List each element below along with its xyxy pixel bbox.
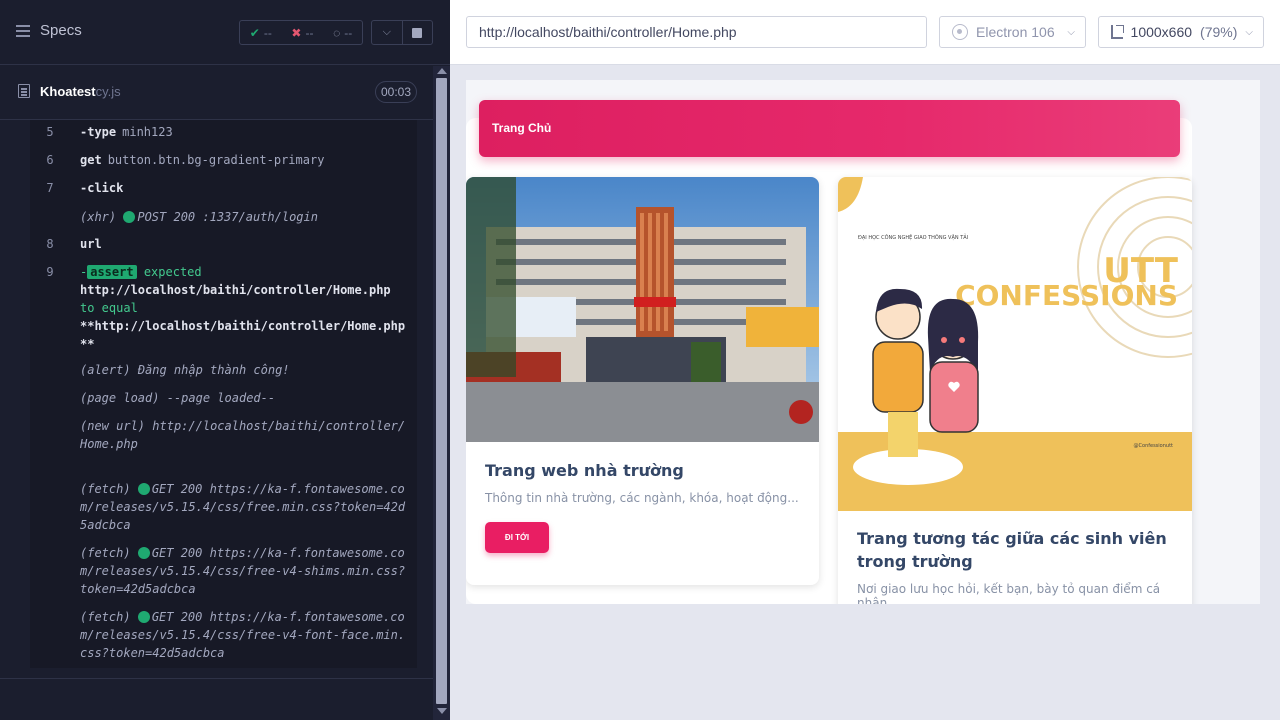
reporter-footer: [0, 678, 433, 720]
chevron-down-icon: ⌵: [1067, 26, 1075, 38]
toggle-auto-scroll-button[interactable]: ⌵: [372, 21, 402, 44]
electron-icon: [952, 24, 968, 40]
check-icon: ✔: [249, 25, 260, 40]
aut-panel: http://localhost/baithi/controller/Home.…: [450, 0, 1280, 720]
document-icon: [18, 84, 30, 98]
status-dot-icon: [123, 211, 136, 223]
pending-stat: ◌ --: [333, 25, 353, 40]
navbar: Trang Chủ: [479, 100, 1180, 157]
card-title: Trang web nhà trường: [485, 461, 684, 480]
spinner-icon: ◌: [333, 25, 341, 40]
cross-icon: ✖: [291, 25, 302, 40]
ruler-icon: [1111, 25, 1124, 39]
school-building-image: [466, 177, 819, 442]
specs-button[interactable]: Specs: [16, 22, 82, 39]
stop-icon: [412, 27, 423, 38]
card-description: Nơi giao lưu học hỏi, kết bạn, bày tỏ qu…: [857, 582, 1161, 604]
scroll-up-arrow-icon[interactable]: [437, 68, 447, 74]
chevron-down-icon: ⌵: [1245, 26, 1253, 38]
card-title: Trang tương tác giữa các sinh viên trong…: [857, 529, 1167, 571]
scroll-down-arrow-icon[interactable]: [437, 708, 447, 714]
nav-home-link[interactable]: Trang Chủ: [492, 121, 551, 135]
browser-selector[interactable]: Electron 106 ⌵: [939, 16, 1086, 48]
duration-badge: 00:03: [375, 81, 417, 103]
status-dot-icon: [137, 547, 150, 559]
run-controls: ⌵: [371, 20, 433, 45]
svg-text:ĐẠI HỌC CÔNG NGHỆ GIAO THÔNG V: ĐẠI HỌC CÔNG NGHỆ GIAO THÔNG VẬN TẢI: [858, 233, 968, 241]
test-stats: ✔ -- ✖ -- ◌ --: [239, 20, 363, 45]
utt-confessions-poster-image: ĐẠI HỌC CÔNG NGHỆ GIAO THÔNG VẬN TẢI UTT…: [838, 177, 1192, 511]
svg-text:@Confessionutt: @Confessionutt: [1134, 443, 1174, 449]
card-student-confessions: ĐẠI HỌC CÔNG NGHỆ GIAO THÔNG VẬN TẢI UTT…: [838, 177, 1192, 604]
reporter-header: Specs ✔ -- ✖ -- ◌ -- ⌵: [0, 0, 450, 65]
command-log: 5 -type minh123 6 get button.btn.bg-gradie…: [30, 120, 417, 668]
status-dot-icon: [137, 483, 150, 495]
app-iframe: Trang Chủ Trang web nhà trường Thông tin…: [466, 80, 1260, 604]
spec-file-name[interactable]: Khoatestcy.js: [40, 84, 121, 99]
cypress-runner: Specs ✔ -- ✖ -- ◌ -- ⌵ Khoatestcy.js 00:03 …: [0, 0, 1280, 720]
passed-stat: ✔ --: [249, 25, 272, 40]
aut-header: http://localhost/baithi/controller/Home.…: [450, 0, 1280, 65]
specs-label: Specs: [40, 22, 82, 39]
stop-button[interactable]: [401, 21, 433, 44]
card-school-website: Trang web nhà trường Thông tin nhà trườn…: [466, 177, 819, 585]
card-description: Thông tin nhà trường, các ngành, khóa, h…: [485, 491, 799, 505]
url-display[interactable]: http://localhost/baithi/controller/Home.…: [466, 16, 927, 48]
reporter-panel: Specs ✔ -- ✖ -- ◌ -- ⌵ Khoatestcy.js 00:03 …: [0, 0, 450, 720]
chevron-down-icon: ⌵: [382, 26, 391, 38]
scrollbar-thumb[interactable]: [436, 78, 447, 704]
status-dot-icon: [137, 611, 150, 623]
go-to-button[interactable]: ĐI TỚI: [485, 522, 549, 553]
svg-text:CONFESSIONS: CONFESSIONS: [955, 279, 1178, 312]
menu-icon: [16, 24, 32, 38]
viewport-info[interactable]: 1000x660 (79%) ⌵: [1098, 16, 1264, 48]
assert-badge: assert: [87, 265, 137, 279]
failed-stat: ✖ --: [291, 25, 314, 40]
